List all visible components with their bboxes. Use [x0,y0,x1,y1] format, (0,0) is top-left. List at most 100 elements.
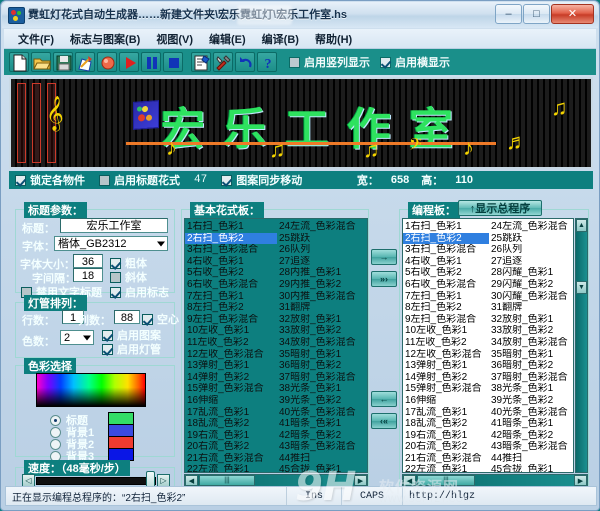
list-item[interactable]: 41暗条_色彩1 [277,418,367,430]
list-item[interactable]: 2右扫_色彩2 [403,232,489,245]
help-icon[interactable]: ? [257,52,277,72]
minimize-button[interactable]: – [495,4,522,24]
edit-shape-icon[interactable] [75,52,95,72]
list-item[interactable]: 13弹射_色彩1 [185,360,277,372]
basic-hscroll-right-arrow[interactable]: ▶ [354,475,367,486]
colors-select[interactable]: 2 [60,330,94,345]
list-item[interactable]: 25跳跃 [489,233,573,245]
list-item[interactable]: 39光条_色彩2 [277,395,367,407]
menu-help[interactable]: 帮助(H) [307,29,360,49]
transfer-add-all-button[interactable]: »› [371,271,397,287]
list-item[interactable]: 4右收_色彩1 [403,256,489,268]
properties-icon[interactable] [191,52,211,72]
menu-compile[interactable]: 编译(B) [254,29,307,49]
list-item[interactable]: 18乱流_色彩2 [185,418,277,430]
list-item[interactable]: 12左收_色彩混合 [403,349,489,361]
transfer-add-one-button[interactable]: → [371,249,397,265]
list-item[interactable]: 13弹射_色彩1 [403,360,489,372]
list-item[interactable]: 36暗射_色彩2 [277,360,367,372]
list-item[interactable]: 11左收_色彩2 [185,337,277,349]
list-item[interactable]: 45合拢_色彩1 [489,464,573,472]
italic-checkbox[interactable]: 斜体 [110,269,147,285]
list-item[interactable]: 31翻牌 [489,302,573,314]
open-file-icon[interactable] [31,52,51,72]
record-icon[interactable] [97,52,117,72]
pattern-sync-checkbox[interactable]: 图案同步移动 [221,172,302,188]
basic-panel-list[interactable]: 1右扫_色彩1 2右扫_色彩2 3右扫_色彩混合 4右收_色彩1 5右收_色彩2 6右收_… [184,218,368,473]
undo-icon[interactable] [235,52,255,72]
transfer-remove-one-button[interactable]: ← [371,391,397,407]
pause-icon[interactable] [141,52,161,72]
spacing-input[interactable]: 18 [73,268,103,282]
list-item[interactable]: 22左流_色彩1 [185,464,277,472]
new-file-icon[interactable] [9,52,29,72]
list-item[interactable]: 43暗条_色彩混合 [277,441,367,453]
list-item[interactable]: 35暗射_色彩1 [277,349,367,361]
list-item[interactable]: 17乱流_色彩1 [403,407,489,419]
list-item[interactable]: 33放射_色彩2 [489,325,573,337]
program-panel-list[interactable]: 1右扫_色彩1 2右扫_色彩2 3右扫_色彩混合 4右收_色彩1 5右收_色彩2 6右收_… [402,218,574,473]
list-item[interactable]: 30内推_色彩混合 [277,291,367,303]
list-item[interactable]: 42暗条_色彩2 [489,430,573,442]
play-icon[interactable] [119,52,139,72]
menu-logo-pattern[interactable]: 标志与图案(B) [62,29,148,49]
list-item[interactable]: 9左扫_色彩混合 [403,314,489,326]
list-item[interactable]: 30闪耀_色彩混合 [489,291,573,303]
program-vscroll-down-arrow[interactable]: ▼ [576,281,587,294]
list-item[interactable]: 35暗射_色彩1 [489,349,573,361]
program-hscroll-right-arrow[interactable]: ▶ [574,475,587,486]
led-preview[interactable]: 𝄞 宏乐工作室 ♪ ♫ ♫ 𝄢 ♪ ♬ ♫ [9,77,593,169]
list-item[interactable]: 2右扫_色彩2 [185,232,277,245]
list-item[interactable]: 38光条_色彩1 [489,383,573,395]
list-item[interactable]: 11左收_色彩2 [403,337,489,349]
maximize-button[interactable]: □ [523,4,550,24]
horizontal-display-checkbox[interactable]: 启用横显示 [380,54,450,70]
list-item[interactable]: 1右扫_色彩1 [403,221,489,233]
list-item[interactable]: 27追逐 [489,256,573,268]
list-item[interactable]: 37暗射_色彩混合 [489,372,573,384]
list-item[interactable]: 10左收_色彩1 [403,325,489,337]
list-item[interactable]: 3右扫_色彩混合 [185,244,277,256]
enable-logo-checkbox[interactable]: 启用标志 [110,284,169,300]
basic-hscroll-left-arrow[interactable]: ◀ [185,475,198,486]
list-item[interactable]: 39光条_色彩2 [489,395,573,407]
font-size-input[interactable]: 36 [73,254,103,268]
list-item[interactable]: 40光条_色彩混合 [277,407,367,419]
list-item[interactable]: 28闪耀_色彩1 [489,267,573,279]
list-item[interactable]: 34放射_色彩混合 [489,337,573,349]
list-item[interactable]: 5右收_色彩2 [185,267,277,279]
save-file-icon[interactable] [53,52,73,72]
speed-slider-track[interactable] [36,477,156,485]
list-item[interactable]: 10左收_色彩1 [185,325,277,337]
list-item[interactable]: 17乱流_色彩1 [185,407,277,419]
list-item[interactable]: 16伸缩 [185,395,277,407]
list-item[interactable]: 20右流_色彩2 [403,441,489,453]
list-item[interactable]: 24左流_色彩混合 [277,221,367,233]
list-item[interactable]: 27追逐 [277,256,367,268]
list-item[interactable]: 16伸缩 [403,395,489,407]
lock-objects-checkbox[interactable]: 锁定各物件 [15,172,85,188]
list-item[interactable]: 38光条_色彩1 [277,383,367,395]
list-item[interactable]: 28内推_色彩1 [277,267,367,279]
title-style-checkbox[interactable]: 启用标题花式 [99,172,180,188]
list-item[interactable]: 7左扫_色彩1 [403,291,489,303]
list-item[interactable]: 4右收_色彩1 [185,256,277,268]
list-item[interactable]: 24左流_色彩混合 [489,221,573,233]
tools-icon[interactable] [213,52,233,72]
list-item[interactable]: 5右收_色彩2 [403,267,489,279]
list-item[interactable]: 26队列 [277,244,367,256]
list-item[interactable]: 43暗条_色彩混合 [489,441,573,453]
program-hscroll-left-arrow[interactable]: ◀ [403,475,416,486]
list-item[interactable]: 20右流_色彩2 [185,441,277,453]
title-input[interactable]: 宏乐工作室 [60,218,168,233]
list-item[interactable]: 14弹射_色彩2 [185,372,277,384]
list-item[interactable]: 7左扫_色彩1 [185,291,277,303]
list-item[interactable]: 31翻牌 [277,302,367,314]
list-item[interactable]: 25跳跃 [277,233,367,245]
list-item[interactable]: 29闪耀_色彩2 [489,279,573,291]
hue-strip[interactable] [36,373,146,407]
list-item[interactable]: 21右流_色彩混合 [185,453,277,465]
list-item[interactable]: 3右扫_色彩混合 [403,244,489,256]
list-item[interactable]: 40光条_色彩混合 [489,407,573,419]
list-item[interactable]: 8左扫_色彩2 [403,302,489,314]
